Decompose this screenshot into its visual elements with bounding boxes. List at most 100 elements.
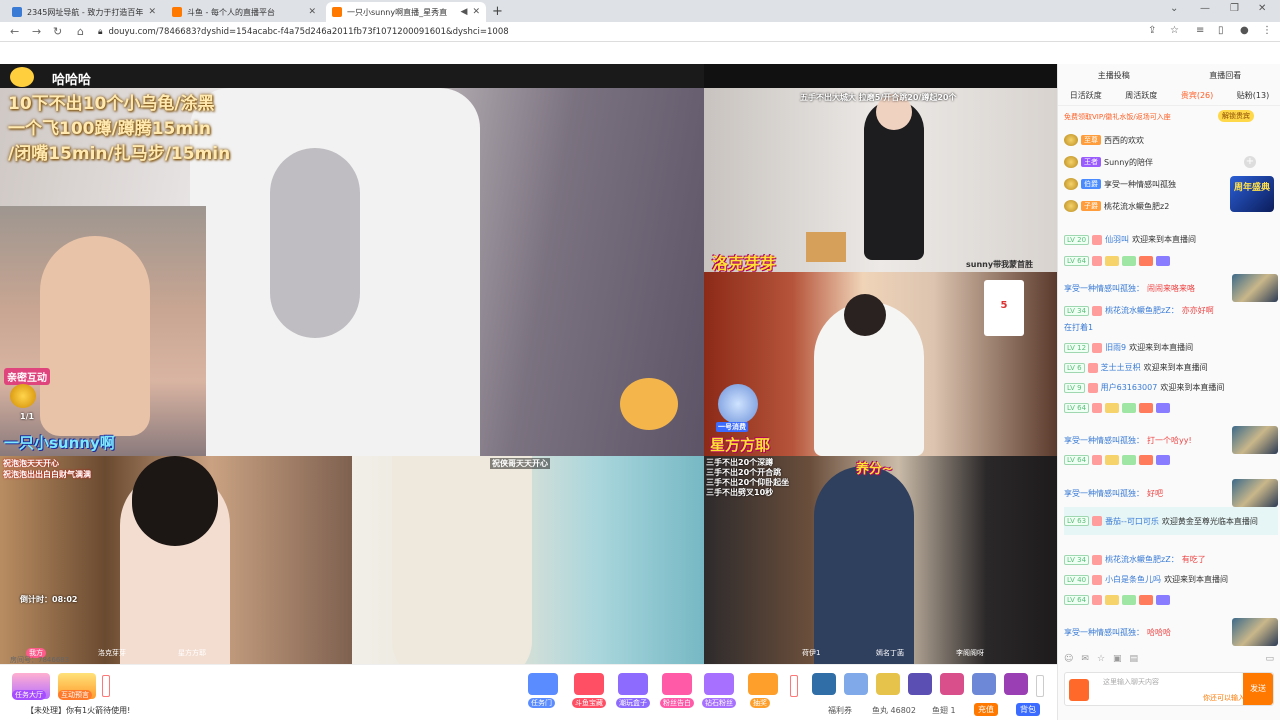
chat-message[interactable]: LV 64 — [1064, 403, 1278, 413]
chat-message[interactable]: 享受一种情感叫孤独： 哈哈哈 — [1064, 618, 1278, 646]
close-window-icon[interactable]: ✕ — [1258, 3, 1266, 14]
url-field[interactable]: 🔒︎ douyu.com/7846683?dyshid=154acabc-f4a… — [98, 25, 1128, 39]
chat-username[interactable]: 仙羽叫 — [1105, 234, 1129, 245]
gift-task-door[interactable]: 任务门 — [528, 673, 558, 708]
chat-username[interactable]: 享受一种情感叫孤独： — [1064, 488, 1144, 499]
gift-item-2[interactable] — [844, 673, 868, 695]
gift-lottery[interactable]: 抽奖 — [748, 673, 778, 708]
chat-username[interactable]: 桃花流水鳜鱼肥zZ： — [1105, 554, 1179, 565]
browser-tab-2345[interactable]: 2345网址导航 - 致力于打造百年 ✕ — [6, 2, 162, 22]
emoji-icon[interactable]: ☺ — [1064, 654, 1073, 668]
gift-item-6[interactable] — [972, 673, 996, 695]
pk-cell-bottom-middle[interactable]: 祝侠哥天天开心 — [352, 456, 704, 681]
fan-badge-icon[interactable]: ☆ — [1097, 654, 1105, 668]
chat-username[interactable]: 番茄--可口可乐 — [1105, 516, 1159, 527]
recharge-button[interactable]: 充值 — [974, 703, 998, 716]
gift-confession[interactable]: 粉丝告白 — [660, 673, 694, 708]
chat-message[interactable]: LV 20 仙羽叫 欢迎来到本直播间 — [1064, 234, 1278, 245]
bullet-color-icon[interactable]: ▤ — [1130, 654, 1139, 668]
gift-item-3[interactable] — [876, 673, 900, 695]
gift-item-5[interactable] — [940, 673, 964, 695]
pk-cell-top-right[interactable]: 五手不出大城大 拉磨5/开合跳20/蹲起20个 sunny带我蒙首胜 — [704, 88, 1057, 272]
restore-icon[interactable]: ❐ — [1230, 3, 1239, 14]
menu-icon[interactable]: ⋮ — [1262, 25, 1272, 36]
gift-treasure[interactable]: 斗鱼宝藏 — [572, 673, 606, 708]
inset-stream-cell[interactable]: 亲密互动 1/1 — [0, 206, 206, 456]
gift-item-4[interactable] — [908, 673, 932, 695]
chat-input-placeholder[interactable]: 这里输入聊天内容 — [1103, 677, 1159, 687]
pk-cell-bottom-left[interactable]: 祝泡泡天天开心 祝泡泡出出白白财气满满 倒计时：08:02 — [0, 456, 352, 681]
anniversary-event-badge[interactable]: 周年盛典 — [1230, 176, 1274, 212]
gift-item-7[interactable] — [1004, 673, 1028, 695]
collapse-handle-icon[interactable] — [102, 675, 110, 697]
back-icon[interactable]: ← — [10, 25, 19, 38]
chat-message[interactable]: LV 40 小白是条鱼儿吗 欢迎来到本直播间 — [1064, 574, 1278, 585]
close-tab-icon[interactable]: ✕ — [308, 7, 316, 17]
image-icon[interactable]: ▣ — [1113, 654, 1122, 668]
chat-username[interactable]: 芝士土豆枳 — [1101, 362, 1141, 373]
intimacy-label[interactable]: 亲密互动 — [4, 368, 50, 385]
chat-message[interactable]: LV 9 用户63163007 欢迎来到本直播间 — [1064, 382, 1278, 393]
tab-daily[interactable]: 日活跃度 — [1070, 90, 1102, 105]
chat-message[interactable]: LV 63 番茄--可口可乐 欢迎黄金至尊光临本直播间 — [1064, 507, 1278, 535]
chat-username[interactable]: 小白是条鱼儿吗 — [1105, 574, 1161, 585]
share-icon[interactable]: ⇪ — [1148, 25, 1156, 36]
sidebar-icon[interactable]: ▯ — [1218, 25, 1224, 36]
chat-username[interactable]: 用户63163007 — [1101, 382, 1158, 393]
chat-message[interactable]: 在打着1 — [1064, 322, 1278, 333]
chat-message[interactable]: 享受一种情感叫孤独： 闹闹来咯来咯 — [1064, 274, 1278, 302]
chat-message[interactable]: LV 64 — [1064, 455, 1278, 465]
replay-link[interactable]: 直播回看 — [1209, 70, 1241, 84]
chat-message[interactable]: 享受一种情感叫孤独： 打一个哈yy! — [1064, 426, 1278, 454]
tab-weekly[interactable]: 周活跃度 — [1125, 90, 1157, 105]
pk-cell-middle-right[interactable]: 5 一号消费 — [704, 272, 1057, 456]
reload-icon[interactable]: ↻ — [53, 25, 62, 38]
minimize-icon[interactable]: — — [1200, 3, 1210, 14]
profile-icon[interactable]: ● — [1240, 25, 1249, 36]
collapse-handle-icon[interactable] — [1036, 675, 1044, 697]
horn-icon[interactable]: ✉ — [1081, 654, 1089, 668]
browser-tab-stream[interactable]: 一只小sunny啊直播_星秀直 ◀ ✕ — [326, 2, 486, 22]
forward-icon[interactable]: → — [32, 25, 41, 38]
prediction-button[interactable]: 互动预言 — [58, 673, 96, 700]
submit-clip-link[interactable]: 主播投稿 — [1098, 70, 1130, 84]
coupon-link[interactable]: 福利券 — [828, 705, 852, 716]
gift-blind-box[interactable]: 潮玩盒子 — [616, 673, 650, 708]
close-tab-icon[interactable]: ✕ — [472, 7, 480, 17]
chat-username[interactable]: 旧雨9 — [1105, 342, 1126, 353]
chat-username[interactable]: 在打着1 — [1064, 322, 1093, 333]
chat-username[interactable]: 享受一种情感叫孤独： — [1064, 283, 1144, 294]
chevron-down-icon[interactable]: ⌄ — [1170, 3, 1178, 14]
bookmark-star-icon[interactable]: ☆ — [1170, 25, 1179, 36]
add-icon[interactable]: + — [1244, 156, 1256, 168]
backpack-button[interactable]: 背包 — [1016, 703, 1040, 716]
chat-message[interactable]: LV 64 — [1064, 595, 1278, 605]
browser-tab-douyu-home[interactable]: 斗鱼 - 每个人的直播平台 ✕ — [166, 2, 322, 22]
chat-message[interactable]: LV 12 旧雨9 欢迎来到本直播间 — [1064, 342, 1278, 353]
gift-box-icon[interactable] — [10, 384, 36, 408]
speaker-icon[interactable]: ◀ — [461, 7, 468, 17]
chat-input-box[interactable]: 这里输入聊天内容 你还可以输入 发送 — [1064, 672, 1274, 706]
fan-card-icon[interactable] — [1069, 679, 1089, 701]
collapse-handle-icon[interactable] — [790, 675, 798, 697]
chat-message[interactable]: 享受一种情感叫孤独： 好吧 — [1064, 479, 1278, 507]
unlock-vip-button[interactable]: 解锁贵宾 — [1218, 110, 1254, 122]
chat-username[interactable]: 桃花流水鳜鱼肥zZ： — [1105, 305, 1179, 316]
home-icon[interactable]: ⌂ — [77, 25, 84, 38]
tab-vip[interactable]: 贵宾(26) — [1181, 90, 1213, 105]
close-tab-icon[interactable]: ✕ — [148, 7, 156, 17]
chat-username[interactable]: 享受一种情感叫孤独： — [1064, 435, 1144, 446]
tab-fans[interactable]: 贴粉(13) — [1237, 90, 1269, 105]
reading-list-icon[interactable]: ≡ — [1196, 25, 1204, 36]
rocket-notice[interactable]: 【未处理】你有1火箭待使用! — [26, 705, 130, 716]
send-button[interactable]: 发送 — [1243, 673, 1273, 705]
chat-message[interactable]: LV 34 桃花流水鳜鱼肥zZ： 亦亦好啊 — [1064, 305, 1278, 316]
task-hall-button[interactable]: 任务大厅 — [12, 673, 50, 700]
video-player[interactable]: 哈哈哈 10下不出10个小乌龟/涂黑 一个飞100蹲/蹲腾15min /闭嘴15… — [0, 64, 1057, 709]
new-tab-icon[interactable]: + — [492, 4, 503, 19]
settings-icon[interactable]: ▭ — [1265, 654, 1274, 668]
chat-username[interactable]: 享受一种情感叫孤独： — [1064, 627, 1144, 638]
vip-row[interactable]: 至尊 西西的欢欢 — [1064, 134, 1278, 146]
chat-message[interactable]: LV 34 桃花流水鳜鱼肥zZ： 有吃了 — [1064, 554, 1278, 565]
chat-message[interactable]: LV 6 芝士土豆枳 欢迎来到本直播间 — [1064, 362, 1278, 373]
